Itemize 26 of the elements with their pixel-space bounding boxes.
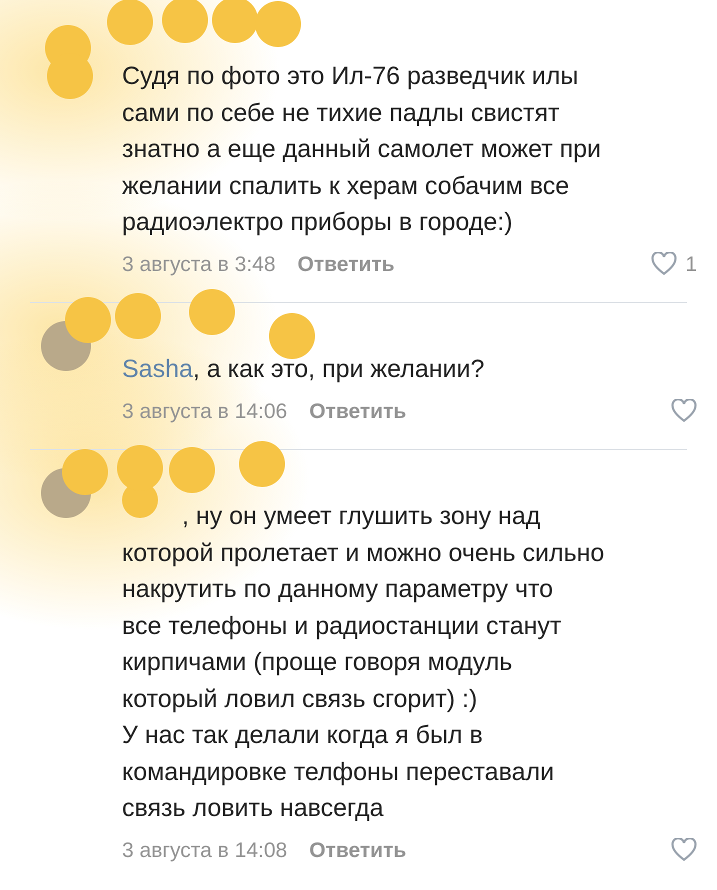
comment-text: , ну он умеет глушить зону над — [182, 501, 540, 532]
comment-text: Судя по фото это Ил-76 разведчик илы — [122, 61, 578, 92]
reply-button[interactable]: Ответить — [298, 248, 395, 280]
comment-date: 3 августа в 3:48 — [122, 252, 276, 278]
comment-text: У нас так делали когда я был в — [122, 720, 483, 751]
reply-button[interactable]: Ответить — [309, 834, 406, 866]
comment-date: 3 августа в 14:08 — [122, 838, 288, 864]
comment-text: все телефоны и радиостанции станут — [122, 610, 562, 642]
reply-link[interactable]: Sasha — [122, 351, 193, 388]
comment-text: желании спалить к херам собачим все — [122, 170, 570, 202]
heart-icon[interactable] — [671, 399, 697, 424]
heart-icon[interactable] — [651, 252, 678, 276]
comment-text: командировке телфоны переставали — [122, 756, 554, 788]
comment-text: знатно а еще данный самолет может при — [122, 134, 602, 165]
comment-text: которой пролетает и можно очень сильно — [122, 538, 604, 568]
reply-button[interactable]: Ответить — [309, 396, 406, 427]
heart-icon[interactable] — [671, 838, 697, 862]
comment-text: накрутить по данному параметру что — [122, 574, 554, 605]
like-count: 1 — [685, 252, 697, 278]
comment-text: радиоэлектро приборы в городе:) — [122, 207, 513, 238]
comment-text: связь ловить навсегда — [122, 793, 384, 824]
comment-text: кирпичами (проще говоря модуль — [122, 647, 512, 678]
comment-date: 3 августа в 14:06 — [122, 398, 288, 424]
comment-text: сами по себе не тихие падлы свистят — [122, 98, 560, 128]
comment-text: , а как это, при желании? — [192, 354, 484, 385]
comment-text: который ловил связь сгорит) :) — [122, 684, 478, 714]
